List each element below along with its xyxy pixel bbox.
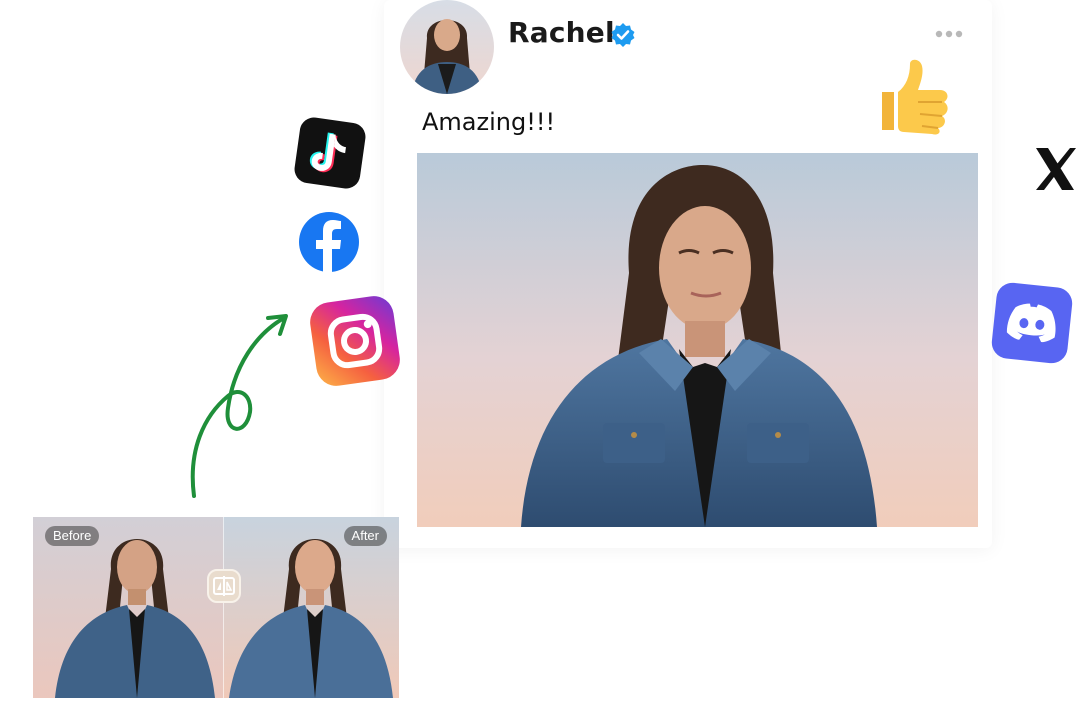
x-icon[interactable] <box>1030 140 1078 198</box>
compare-handle-icon[interactable] <box>207 569 241 603</box>
instagram-icon[interactable] <box>304 290 406 392</box>
tiktok-icon[interactable] <box>290 113 369 192</box>
compare-divider <box>223 517 224 698</box>
before-label: Before <box>45 526 100 546</box>
avatar[interactable] <box>400 0 494 94</box>
stage: Rachel Amazing!!! Before After <box>0 0 1080 720</box>
username[interactable]: Rachel <box>508 16 615 49</box>
thumbs-up-icon <box>882 59 948 135</box>
post-text: Amazing!!! <box>422 108 556 136</box>
discord-icon[interactable] <box>988 279 1076 367</box>
before-after-compare: Before After <box>33 517 399 698</box>
more-options-icon[interactable] <box>934 28 964 40</box>
curved-arrow <box>190 314 288 498</box>
facebook-icon[interactable] <box>298 211 360 273</box>
verified-badge-icon <box>611 23 635 47</box>
post-photo <box>417 153 978 527</box>
after-label: After <box>343 526 387 546</box>
